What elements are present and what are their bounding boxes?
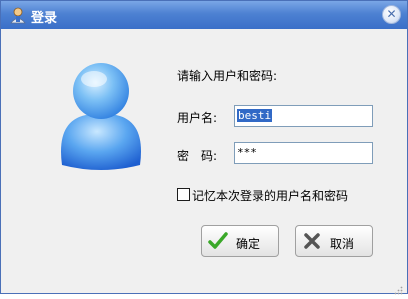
resize-grip[interactable] bbox=[394, 280, 403, 295]
close-icon: ✕ bbox=[386, 7, 397, 21]
password-label: 密 码: bbox=[177, 149, 218, 163]
username-label: 用户名: bbox=[177, 111, 218, 125]
password-value: *** bbox=[237, 146, 257, 159]
x-icon bbox=[302, 231, 322, 251]
password-field[interactable]: *** bbox=[234, 142, 373, 164]
close-button[interactable]: ✕ bbox=[382, 5, 401, 24]
user-avatar-icon bbox=[56, 59, 146, 171]
window-title: 登录 bbox=[31, 11, 58, 26]
ok-button[interactable]: 确定 bbox=[201, 225, 279, 257]
ok-label: 确定 bbox=[236, 237, 261, 251]
cancel-button[interactable]: 取消 bbox=[295, 225, 373, 257]
cancel-label: 取消 bbox=[330, 237, 355, 251]
login-dialog: 登录 ✕ 请输入用户和密码: 用户名: besti 密 码: *** 记忆本次登… bbox=[0, 0, 408, 295]
remember-label[interactable]: 记忆本次登录的用户名和密码 bbox=[192, 187, 348, 204]
username-field[interactable]: besti bbox=[234, 105, 373, 127]
login-prompt: 请输入用户和密码: bbox=[177, 69, 278, 83]
user-icon bbox=[9, 6, 27, 24]
title-bar[interactable]: 登录 ✕ bbox=[1, 1, 407, 29]
username-value: besti bbox=[237, 109, 273, 122]
remember-checkbox[interactable] bbox=[177, 188, 190, 201]
checkmark-icon bbox=[208, 231, 228, 251]
